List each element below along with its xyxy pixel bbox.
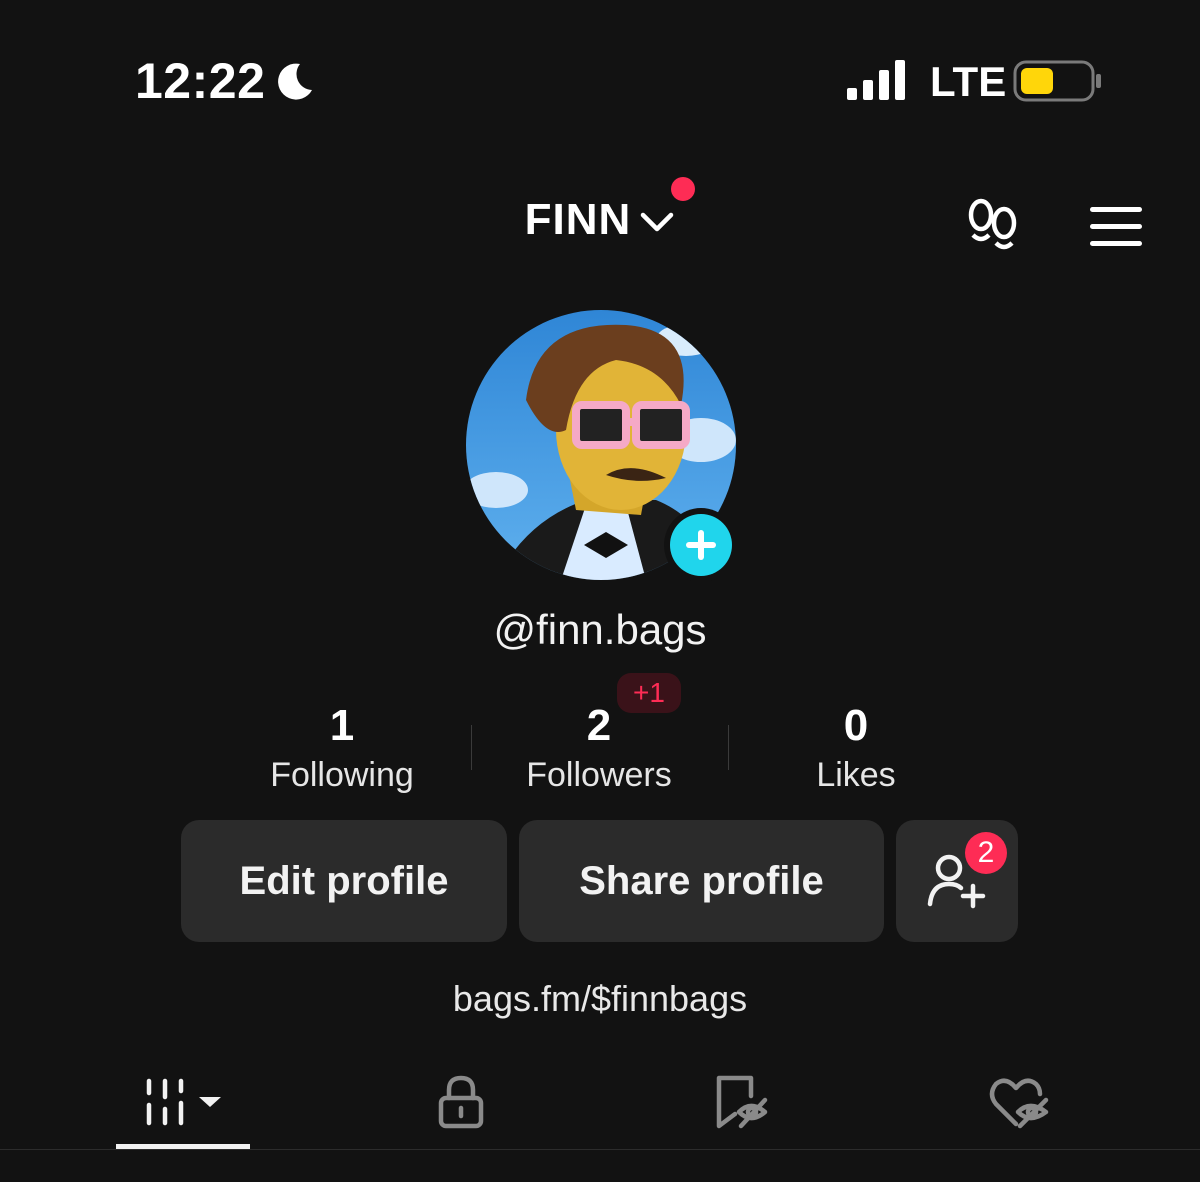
- chevron-down-icon: [641, 212, 674, 232]
- add-story-button[interactable]: [664, 508, 738, 582]
- profile-handle: @finn.bags: [493, 606, 707, 653]
- following-label: Following: [270, 756, 414, 794]
- following-count: 1: [329, 701, 355, 750]
- menu-icon[interactable]: [1088, 205, 1144, 249]
- bio-link[interactable]: bags.fm/$finnbags: [0, 978, 1200, 1020]
- edit-profile-button[interactable]: Edit profile: [181, 820, 507, 942]
- status-time: 12:22: [135, 53, 266, 109]
- friend-requests-badge: 2: [965, 832, 1007, 874]
- moon-icon: [278, 63, 312, 100]
- share-profile-button[interactable]: Share profile: [519, 820, 884, 942]
- battery-icon: [1013, 60, 1101, 102]
- footprint-icon[interactable]: [962, 195, 1024, 257]
- followers-delta-badge: +1: [617, 673, 681, 713]
- tab-liked[interactable]: [968, 1062, 1070, 1142]
- stat-following[interactable]: 1 Following: [214, 700, 470, 795]
- notification-dot: [671, 177, 696, 201]
- stat-followers[interactable]: 2 Followers: [471, 700, 727, 795]
- followers-count: 2: [586, 701, 612, 750]
- likes-label: Likes: [816, 756, 896, 794]
- username-title: FINN: [524, 195, 632, 244]
- heart-hidden-icon: [989, 1078, 1049, 1129]
- account-switcher[interactable]: FINN: [524, 177, 696, 245]
- signal-icon: [847, 60, 905, 100]
- bookmark-hidden-icon: [716, 1075, 768, 1129]
- stat-likes[interactable]: 0 Likes: [728, 700, 984, 795]
- tab-divider: [0, 1149, 1200, 1150]
- network-type: LTE: [930, 58, 1007, 105]
- tab-videos[interactable]: [116, 1062, 250, 1142]
- tab-saved[interactable]: [690, 1062, 792, 1142]
- likes-count: 0: [843, 701, 869, 750]
- plus-icon: [686, 530, 716, 560]
- lock-icon: [438, 1075, 484, 1129]
- followers-label: Followers: [526, 756, 672, 794]
- grid-icon: [146, 1078, 221, 1126]
- tab-private[interactable]: [410, 1062, 512, 1142]
